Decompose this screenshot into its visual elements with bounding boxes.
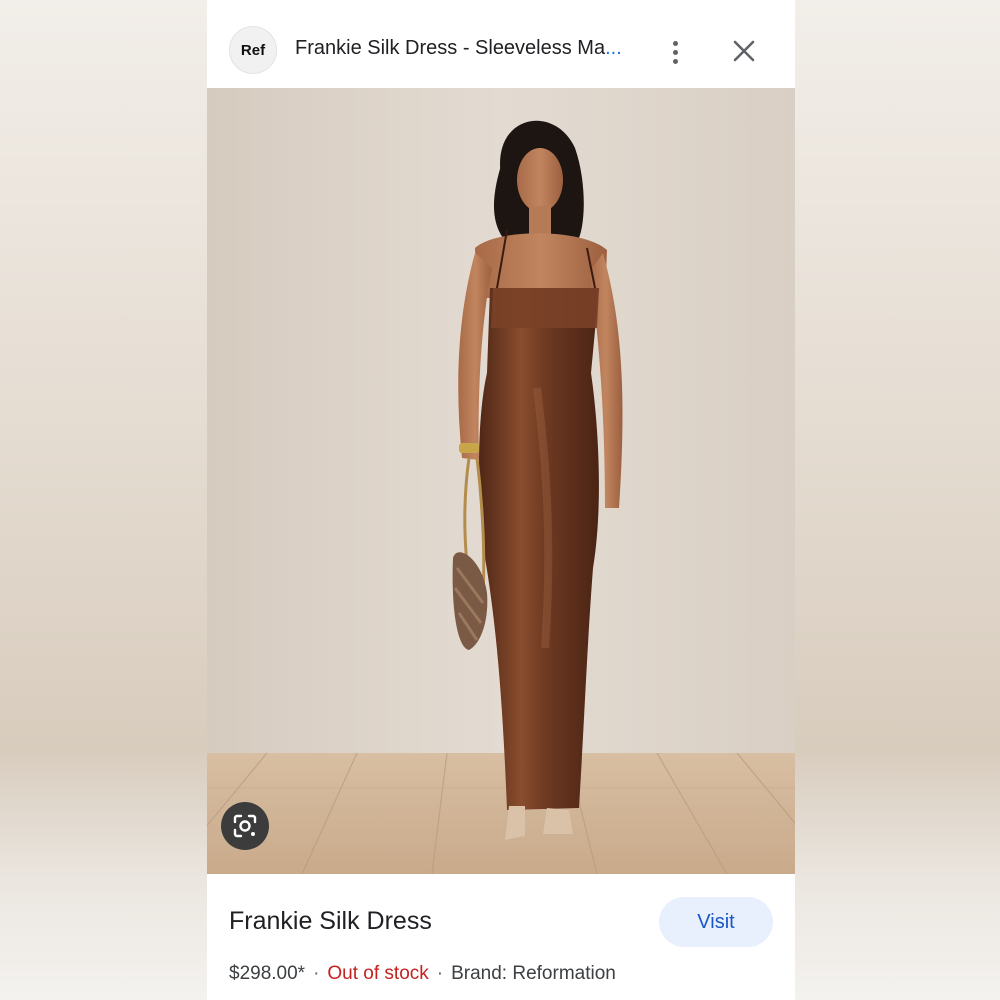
page-title-text: Frankie Silk Dress - Sleeveless Ma	[295, 37, 606, 59]
product-brand: Brand: Reformation	[451, 963, 616, 984]
visit-button[interactable]: Visit	[659, 897, 773, 947]
blurred-background-left	[0, 0, 207, 1000]
title-ellipsis: ...	[605, 37, 622, 59]
separator: ·	[313, 963, 320, 984]
separator: ·	[436, 963, 444, 984]
product-name: Frankie Silk Dress	[229, 907, 432, 935]
page-title[interactable]: Frankie Silk Dress - Sleeveless Ma...	[295, 37, 635, 60]
card-header: Ref Frankie Silk Dress - Sleeveless Ma..…	[207, 0, 795, 88]
close-icon[interactable]	[727, 34, 761, 68]
product-price: $298.00*	[229, 963, 306, 984]
product-meta: $298.00* · Out of stock · Brand: Reformation	[229, 963, 616, 985]
blurred-background-right	[795, 0, 1000, 1000]
google-lens-icon[interactable]	[221, 802, 269, 850]
more-vert-icon[interactable]	[659, 34, 691, 70]
product-image[interactable]	[207, 88, 795, 874]
stock-status: Out of stock	[327, 963, 429, 984]
product-card: Ref Frankie Silk Dress - Sleeveless Ma..…	[207, 0, 795, 1000]
site-favicon: Ref	[229, 26, 277, 74]
